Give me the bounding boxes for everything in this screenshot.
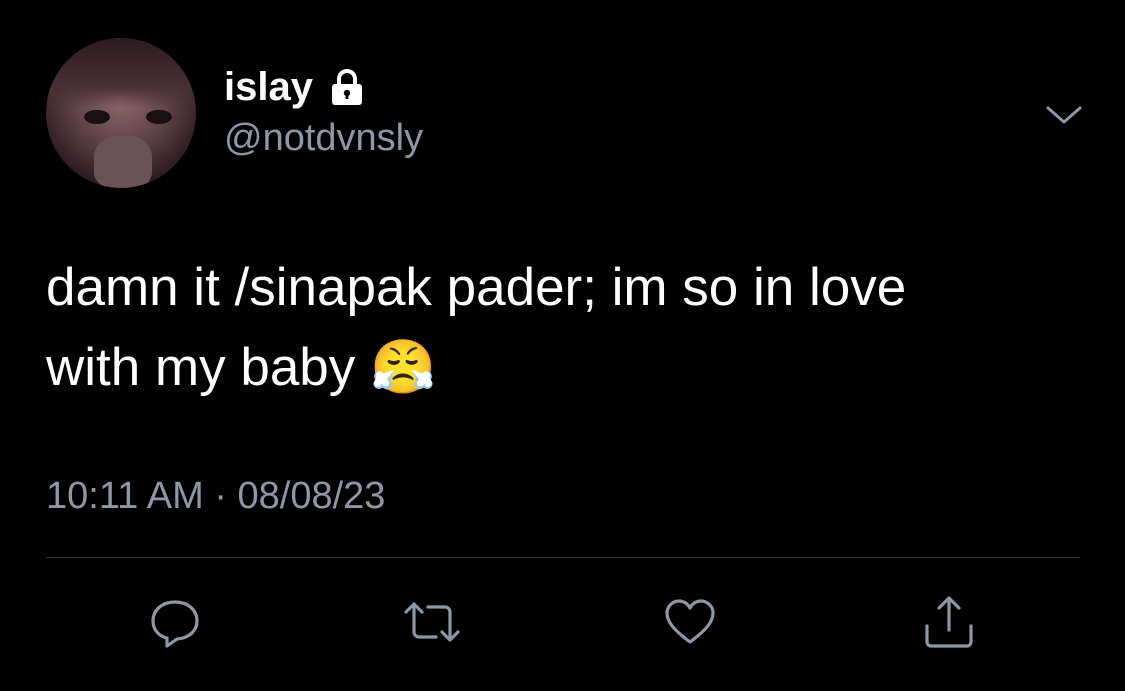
chevron-down-icon[interactable] — [1042, 100, 1086, 130]
avatar-right-eye — [146, 110, 172, 124]
retweet-icon — [402, 594, 462, 650]
retweet-button[interactable] — [402, 592, 462, 652]
reply-button[interactable] — [145, 592, 205, 652]
tweet-timestamp[interactable]: 10:11 AM · 08/08/23 — [46, 474, 385, 518]
tweet-time: 10:11 AM — [46, 475, 204, 517]
like-button[interactable] — [660, 592, 720, 652]
avatar-left-eye — [84, 110, 110, 124]
heart-icon — [662, 594, 718, 650]
author-name-row[interactable]: islay — [224, 64, 367, 110]
divider — [46, 557, 1080, 558]
user-handle[interactable]: @notdvnsly — [224, 116, 423, 160]
tweet-card: islay @notdvnsly damn it /sinapak pader;… — [0, 0, 1125, 691]
reply-icon — [147, 594, 203, 650]
share-icon — [921, 592, 977, 652]
avatar[interactable] — [46, 38, 196, 188]
timestamp-separator: · — [214, 475, 227, 517]
avatar-hair — [46, 38, 196, 108]
tweet-text: damn it /sinapak pader; im so in love wi… — [46, 258, 907, 397]
share-button[interactable] — [919, 592, 979, 652]
tweet-date: 08/08/23 — [237, 475, 386, 517]
avatar-face-mask — [94, 136, 152, 188]
lock-icon — [327, 67, 367, 107]
display-name[interactable]: islay — [224, 64, 313, 110]
